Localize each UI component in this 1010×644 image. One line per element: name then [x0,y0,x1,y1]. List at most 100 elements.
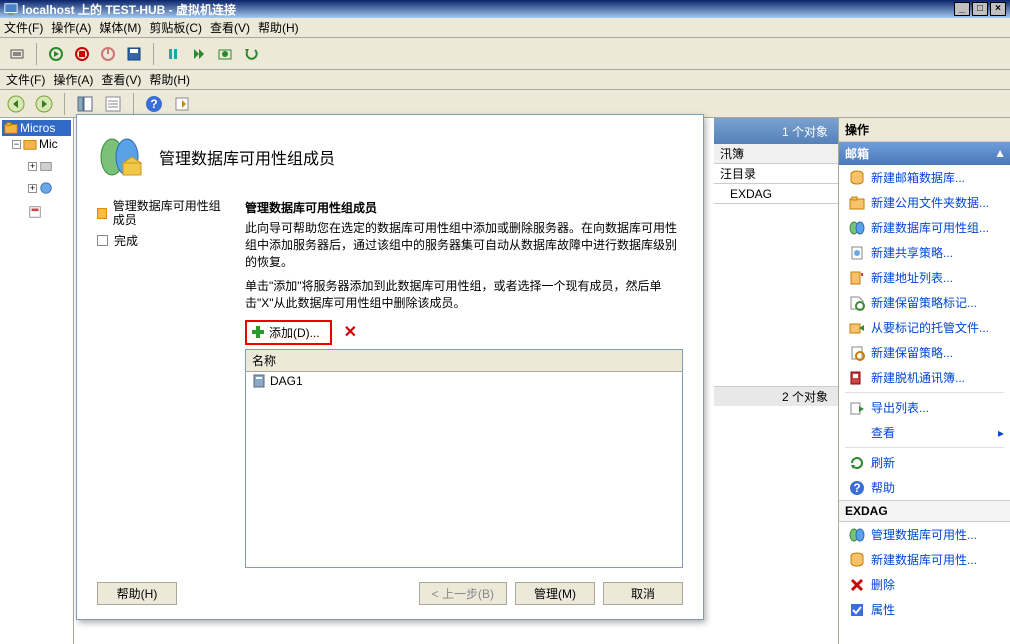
expand-icon[interactable]: + [28,184,37,193]
object-count-1: 1 个对象 [782,123,828,140]
dag-wizard-dialog: 管理数据库可用性组成员 管理数据库可用性组成员 完成 管理数据库可用性组成员 此… [76,114,704,620]
tree-leaf3[interactable] [2,204,71,220]
step-2: 完成 [97,234,227,248]
action-new-oab[interactable]: 新建脱机通讯簿... [839,365,1010,390]
vm-menu-view[interactable]: 查看(V) [210,19,250,36]
minimize-button[interactable]: _ [954,2,970,16]
expand-icon[interactable]: + [28,162,37,171]
object-count-2: 2 个对象 [782,388,828,405]
back-button: < 上一步(B) [419,582,507,605]
action-refresh[interactable]: 刷新 [839,450,1010,475]
help-button[interactable]: 帮助(H) [97,582,177,605]
vm-menu-media[interactable]: 媒体(M) [99,19,141,36]
ctrl-alt-del-icon[interactable] [6,43,28,65]
pause-icon[interactable] [162,43,184,65]
start-icon[interactable] [45,43,67,65]
list-row-dag1[interactable]: DAG1 [246,372,682,390]
wizard-icon [97,133,145,181]
actions-header[interactable]: 邮箱 ▲ [839,142,1010,165]
center-tab1-label: 汛簿 [720,145,744,162]
forward-icon[interactable] [32,93,56,115]
tree-leaf1[interactable]: + [2,158,71,174]
vm-menu-help[interactable]: 帮助(H) [258,19,299,36]
properties-icon[interactable] [101,93,125,115]
reset-icon[interactable] [188,43,210,65]
actions-title: 操作 [839,118,1010,142]
tree-leaf2[interactable]: + [2,180,71,196]
right-title: 管理数据库可用性组成员 [245,199,683,216]
action-help[interactable]: ?帮助 [839,475,1010,500]
center-row[interactable]: EXDAG [714,184,838,204]
turnoff-icon[interactable] [71,43,93,65]
center-tab2[interactable]: 汪目录 [714,164,838,184]
vm-menu-file[interactable]: 文件(F) [4,19,43,36]
remove-button[interactable]: ✕ [344,322,357,342]
back-icon[interactable] [4,93,28,115]
tree-expander-icon[interactable]: − [12,140,21,149]
vm-title: localhost 上的 TEST-HUB - 虚拟机连接 [22,1,236,18]
server-icon [252,374,266,388]
action-new-pf-db[interactable]: 新建公用文件夹数据... [839,190,1010,215]
vm-menu-action[interactable]: 操作(A) [51,19,91,36]
action-new-address-list[interactable]: 新建地址列表... [839,265,1010,290]
inner-menu-action[interactable]: 操作(A) [53,71,93,88]
svg-text:?: ? [853,481,860,495]
vm-menubar: 文件(F) 操作(A) 媒体(M) 剪贴板(C) 查看(V) 帮助(H) [0,18,1010,38]
vm-menu-clipboard[interactable]: 剪贴板(C) [149,19,202,36]
revert-icon[interactable] [240,43,262,65]
right-desc1: 此向导可帮助您在选定的数据库可用性组中添加或删除服务器。在向数据库可用性组中添加… [245,220,683,270]
add-button-label: 添加(D)... [269,324,320,341]
vm-icon [4,2,18,16]
snapshot-icon[interactable] [214,43,236,65]
maximize-button[interactable]: □ [972,2,988,16]
vm-toolbar [0,38,1010,70]
collapse-icon[interactable]: ▲ [994,146,1006,160]
export-icon[interactable] [170,93,194,115]
manage-button[interactable]: 管理(M) [515,582,595,605]
tree-child[interactable]: − Mic [2,136,71,152]
server-listbox[interactable]: 名称 DAG1 [245,349,683,568]
tree-child-label: Mic [39,137,58,151]
wizard-steps: 管理数据库可用性组成员 完成 [97,199,227,568]
show-tree-icon[interactable] [73,93,97,115]
actions-header-label: 邮箱 [845,147,869,161]
inner-menu-help[interactable]: 帮助(H) [149,71,190,88]
tree-panel: Micros − Mic + + [0,118,74,644]
action-new-dag[interactable]: 新建数据库可用性组... [839,215,1010,240]
action-delete[interactable]: 删除 [839,572,1010,597]
step-1: 管理数据库可用性组成员 [97,199,227,228]
svg-text:?: ? [150,97,157,111]
inner-menubar: 文件(F) 操作(A) 查看(V) 帮助(H) [0,70,1010,90]
action-export-list[interactable]: 导出列表... [839,395,1010,420]
action-view[interactable]: 查看▸ [839,420,1010,445]
dialog-title: 管理数据库可用性组成员 [159,145,335,169]
actions-panel: 操作 邮箱 ▲ 新建邮箱数据库... 新建公用文件夹数据... 新建数据库可用性… [838,118,1010,644]
action-properties[interactable]: 属性 [839,597,1010,622]
right-desc2: 单击"添加"将服务器添加到此数据库可用性组，或者选择一个现有成员，然后单击"X"… [245,278,683,312]
tree-root-label: Micros [20,121,55,135]
center-row-label: EXDAG [730,187,772,201]
action-manage-dag[interactable]: 管理数据库可用性... [839,522,1010,547]
action-new-share-policy[interactable]: 新建共享策略... [839,240,1010,265]
add-button[interactable]: 添加(D)... [245,320,332,345]
tree-root[interactable]: Micros [2,120,71,136]
action-new-mailbox-db[interactable]: 新建邮箱数据库... [839,165,1010,190]
inner-menu-file[interactable]: 文件(F) [6,71,45,88]
center-tab1[interactable]: 汛簿 [714,144,838,164]
chevron-right-icon: ▸ [998,426,1004,440]
help-icon[interactable]: ? [142,93,166,115]
inner-menu-view[interactable]: 查看(V) [101,71,141,88]
action-new-retention-tag[interactable]: 新建保留策略标记... [839,290,1010,315]
shutdown-icon[interactable] [97,43,119,65]
action-from-managed[interactable]: 从要标记的托管文件... [839,315,1010,340]
close-button[interactable]: × [990,2,1006,16]
vm-titlebar: localhost 上的 TEST-HUB - 虚拟机连接 _ □ × [0,0,1010,18]
save-icon[interactable] [123,43,145,65]
cancel-button[interactable]: 取消 [603,582,683,605]
action-new-retention-policy[interactable]: 新建保留策略... [839,340,1010,365]
plus-icon [251,325,265,339]
dialog-buttons: 帮助(H) < 上一步(B) 管理(M) 取消 [97,568,683,605]
center-footer: 2 个对象 [714,386,838,406]
action-new-dag2[interactable]: 新建数据库可用性... [839,547,1010,572]
center-header: 1 个对象 [714,118,838,144]
